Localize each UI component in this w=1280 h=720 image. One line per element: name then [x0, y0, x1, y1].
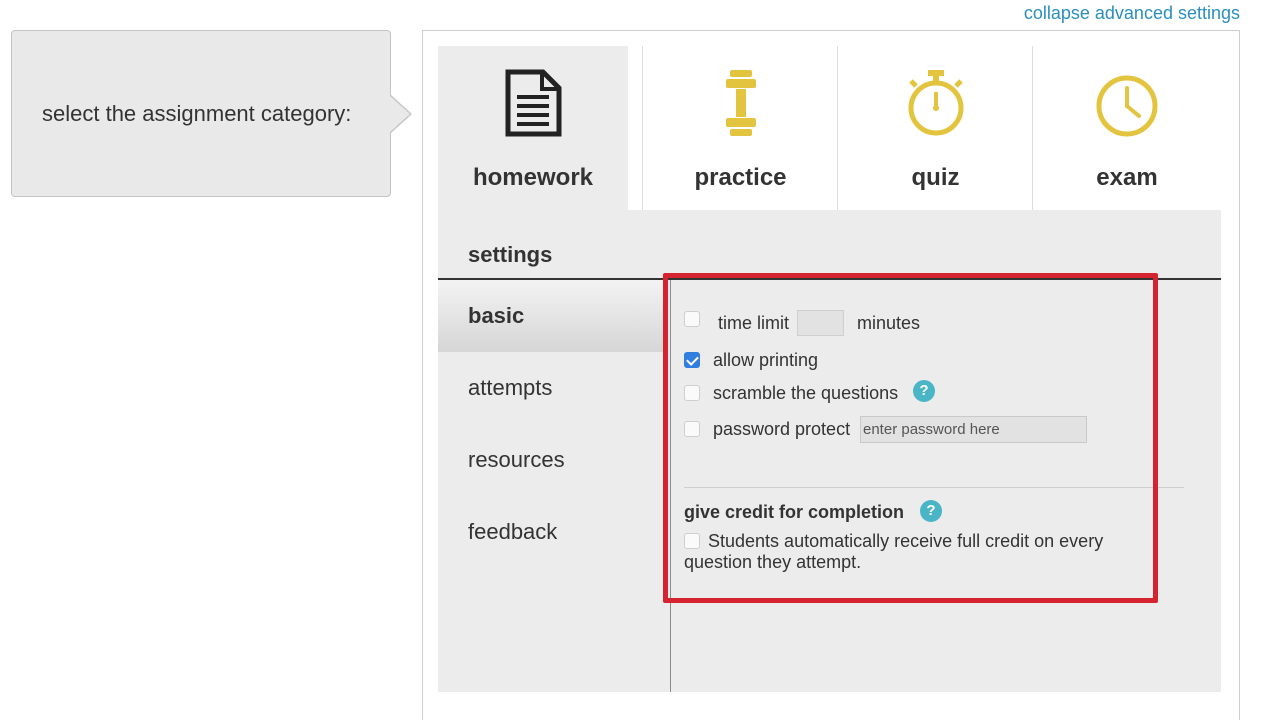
- highlight-annotation-box: [663, 273, 1158, 603]
- settings-title: settings: [468, 242, 553, 267]
- category-tabs: homework practice quiz exam: [438, 46, 1221, 210]
- stopwatch-icon: [908, 70, 963, 136]
- nav-item-attempts[interactable]: attempts: [438, 352, 665, 424]
- tab-quiz[interactable]: quiz: [837, 46, 1033, 210]
- nav-item-resources[interactable]: resources: [438, 424, 665, 496]
- nav-item-basic[interactable]: basic: [438, 280, 665, 352]
- collapse-advanced-settings-link[interactable]: collapse advanced settings: [1024, 3, 1240, 24]
- dumbbell-icon: [725, 70, 756, 136]
- tab-exam-label: exam: [1096, 164, 1158, 191]
- document-icon: [505, 69, 562, 137]
- tab-homework[interactable]: homework: [438, 46, 628, 210]
- category-prompt-text: select the assignment category:: [42, 101, 352, 126]
- tab-practice[interactable]: practice: [642, 46, 838, 210]
- tab-quiz-label: quiz: [911, 164, 960, 191]
- nav-item-feedback[interactable]: feedback: [438, 496, 665, 568]
- tab-practice-label: practice: [694, 164, 787, 191]
- callout-pointer: [390, 96, 410, 132]
- category-prompt-callout: select the assignment category:: [11, 30, 391, 197]
- tab-homework-label: homework: [472, 164, 594, 191]
- assignment-settings-page: collapse advanced settings select the as…: [0, 0, 1280, 720]
- clock-icon: [1096, 75, 1158, 137]
- settings-side-nav: basic attempts resources feedback: [438, 280, 665, 568]
- tab-exam[interactable]: exam: [1032, 46, 1221, 210]
